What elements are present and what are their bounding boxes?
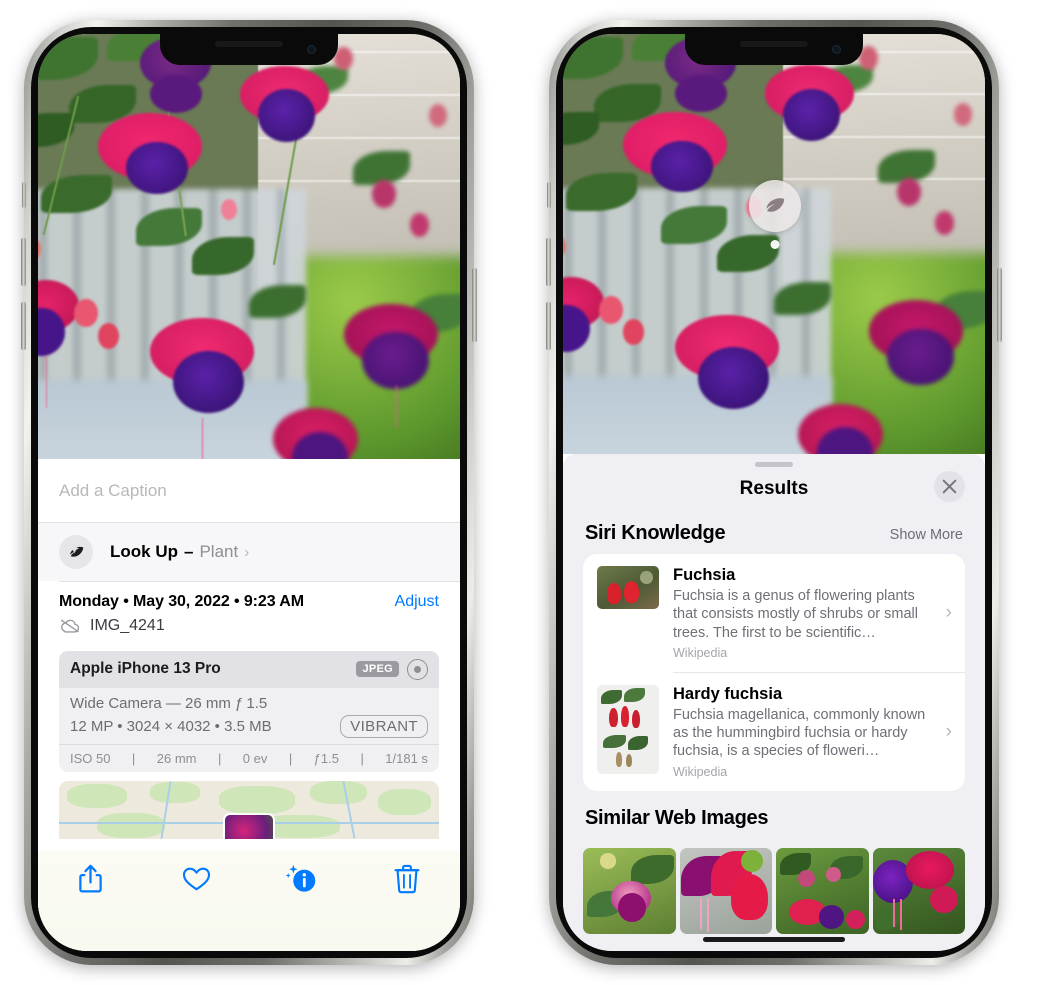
chevron-right-icon: › — [244, 543, 250, 561]
exif-row: ISO 50 | 26 mm | 0 ev | ƒ1.5 | 1/181 s — [59, 743, 439, 772]
favorite-button[interactable] — [144, 863, 250, 895]
photographic-style-badge: VIBRANT — [340, 714, 428, 738]
similar-images-strip[interactable] — [563, 847, 985, 934]
photo-background — [38, 34, 460, 459]
front-camera-icon — [832, 45, 841, 54]
front-camera-icon — [307, 45, 316, 54]
adjust-button[interactable]: Adjust — [395, 593, 439, 611]
look-up-row[interactable]: ✦ ✦ Look Up – Plant › — [38, 523, 460, 581]
power-button-right[interactable] — [997, 268, 1002, 342]
exif-ev: 0 ev — [242, 750, 268, 766]
knowledge-item[interactable]: Hardy fuchsia Fuchsia magellanica, commo… — [583, 673, 965, 791]
notch-left — [160, 34, 338, 65]
power-button-left[interactable] — [472, 268, 477, 342]
siri-knowledge-card: Fuchsia Fuchsia is a genus of flowering … — [583, 554, 965, 791]
knowledge-description: Fuchsia magellanica, commonly known as t… — [673, 706, 926, 760]
knowledge-title: Hardy fuchsia — [673, 684, 783, 703]
knowledge-thumbnail — [597, 566, 659, 609]
exif-separator: | — [288, 750, 293, 766]
format-badge: JPEG — [356, 661, 399, 677]
caption-input[interactable]: Add a Caption — [38, 459, 460, 523]
similar-image-thumbnail[interactable] — [776, 847, 869, 934]
notch-right — [685, 34, 863, 65]
siri-knowledge-header: Siri Knowledge Show More — [563, 511, 985, 554]
exif-aperture: ƒ1.5 — [313, 750, 339, 766]
look-up-anchor-dot — [770, 240, 780, 249]
knowledge-source: Wikipedia — [673, 764, 728, 779]
results-sheet: Results Siri Knowledge Show More Fuchsia… — [563, 454, 985, 951]
capture-date: Monday • May 30, 2022 • 9:23 AM — [59, 592, 304, 610]
exif-separator: | — [131, 750, 136, 766]
volume-down-button-right[interactable] — [546, 302, 551, 350]
chevron-right-icon: › — [945, 720, 952, 742]
delete-button[interactable] — [355, 863, 461, 895]
mute-switch-right[interactable] — [547, 182, 551, 208]
chevron-right-icon: › — [945, 602, 952, 624]
exif-focal: 26 mm — [156, 750, 197, 766]
screen-right: Results Siri Knowledge Show More Fuchsia… — [563, 34, 985, 951]
volume-down-button-left[interactable] — [21, 302, 26, 350]
knowledge-source: Wikipedia — [673, 646, 728, 661]
lens-info: Wide Camera — 26 mm ƒ 1.5 — [70, 694, 268, 712]
photo-toolbar — [38, 851, 460, 951]
icloud-slash-icon — [59, 618, 81, 634]
volume-up-button-right[interactable] — [546, 238, 551, 286]
map-photo-thumbnail — [223, 812, 275, 839]
show-more-button[interactable]: Show More — [890, 527, 963, 543]
knowledge-thumbnail — [597, 684, 659, 774]
look-up-label: Look Up – Plant › — [110, 542, 249, 562]
share-button[interactable] — [38, 863, 144, 895]
photo-info-sheet: Add a Caption ✦ ✦ Look Up – Plant › Mond… — [38, 459, 460, 951]
exif-separator: | — [360, 750, 364, 766]
knowledge-title: Fuchsia — [673, 566, 736, 584]
photo-viewer-right[interactable] — [563, 34, 985, 454]
iphone-right: Results Siri Knowledge Show More Fuchsia… — [546, 20, 1002, 965]
knowledge-item[interactable]: Fuchsia Fuchsia is a genus of flowering … — [583, 554, 965, 672]
photo-metadata: Monday • May 30, 2022 • 9:23 AM Adjust I… — [38, 581, 460, 643]
knowledge-description: Fuchsia is a genus of flowering plants t… — [673, 587, 918, 641]
heart-icon — [182, 867, 210, 891]
screen-left: Add a Caption ✦ ✦ Look Up – Plant › Mond… — [38, 34, 460, 951]
exif-iso: ISO 50 — [70, 750, 111, 766]
home-indicator-right[interactable] — [703, 937, 845, 942]
section-title-similar-web-images: Similar Web Images — [585, 806, 769, 829]
caption-placeholder: Add a Caption — [59, 480, 167, 500]
exif-shutter: 1/181 s — [385, 750, 428, 766]
device-name: Apple iPhone 13 Pro — [70, 660, 221, 677]
look-up-title: Look Up — [110, 542, 178, 561]
earpiece-speaker — [740, 41, 808, 47]
location-map[interactable] — [59, 780, 439, 839]
trash-icon — [394, 864, 420, 894]
similar-image-thumbnail[interactable] — [872, 847, 965, 934]
image-size-info: 12 MP • 3024 × 4032 • 3.5 MB — [70, 717, 272, 735]
visual-look-up-badge[interactable] — [749, 180, 801, 249]
similar-image-thumbnail[interactable] — [583, 847, 676, 934]
file-name: IMG_4241 — [90, 616, 165, 634]
info-button[interactable] — [249, 863, 355, 895]
close-icon — [942, 479, 957, 494]
camera-card-header: Apple iPhone 13 Pro JPEG — [59, 650, 439, 688]
leaf-icon: ✦ ✦ — [59, 535, 93, 569]
volume-up-button-left[interactable] — [21, 238, 26, 286]
look-up-subject: Plant — [199, 542, 239, 561]
look-up-dash: – — [184, 542, 194, 561]
mute-switch-left[interactable] — [22, 182, 26, 208]
section-title-siri-knowledge: Siri Knowledge — [585, 522, 726, 544]
similar-web-images-header: Similar Web Images — [563, 791, 985, 839]
sparkle-small-icon: ✦ — [63, 553, 71, 563]
similar-image-thumbnail[interactable] — [679, 847, 772, 934]
earpiece-speaker — [215, 41, 283, 47]
results-title: Results — [739, 478, 809, 499]
iphone-left: Add a Caption ✦ ✦ Look Up – Plant › Mond… — [21, 20, 477, 965]
info-sparkle-icon — [286, 864, 316, 892]
raw-circle-icon — [407, 658, 428, 680]
close-button[interactable] — [934, 471, 965, 502]
camera-info-card: Apple iPhone 13 Pro JPEG Wide Camera — 2… — [59, 650, 439, 772]
leaf-icon — [749, 180, 801, 232]
exif-separator: | — [217, 750, 222, 766]
share-icon — [79, 864, 102, 893]
photo-viewer[interactable] — [38, 34, 460, 459]
